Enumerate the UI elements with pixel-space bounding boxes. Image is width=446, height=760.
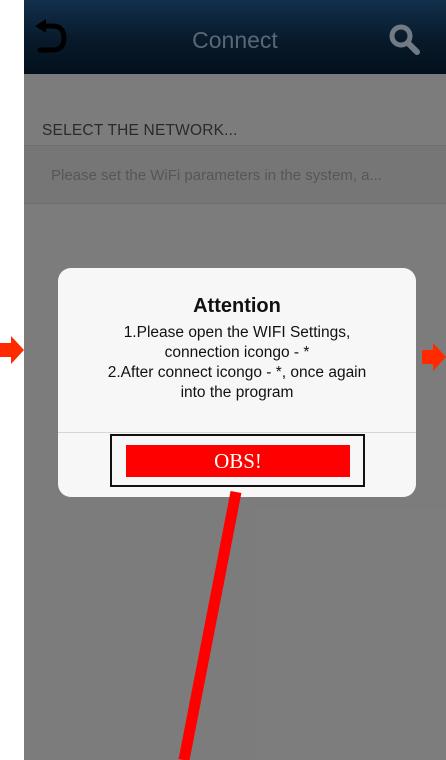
- dialog-message: 1.Please open the WIFI Settings, connect…: [68, 323, 406, 403]
- ok-button[interactable]: OBS!: [126, 445, 350, 477]
- dialog-message-line: 2.After connect icongo - *, once again: [107, 364, 367, 381]
- dialog-message-line: connection icongo - *: [164, 344, 310, 361]
- dialog-title: Attention: [193, 295, 281, 317]
- right-arrow-icon: [0, 336, 24, 364]
- dialog-divider: [58, 432, 416, 433]
- dialog-message-line: 1.Please open the WIFI Settings,: [123, 324, 351, 341]
- right-arrow-icon: [422, 343, 446, 371]
- app-screen: Connect SELECT THE NETWORK... Please set…: [24, 0, 446, 760]
- attention-dialog: Attention 1.Please open the WIFI Setting…: [58, 268, 416, 497]
- dialog-message-line: into the program: [180, 384, 294, 401]
- annotation-frame: OBS!: [110, 434, 365, 487]
